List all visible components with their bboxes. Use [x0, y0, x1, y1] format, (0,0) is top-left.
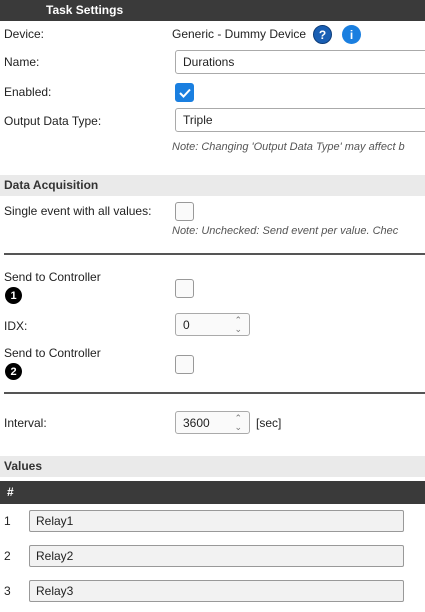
- device-label: Device:: [4, 27, 45, 41]
- single-event-note: Note: Unchecked: Send event per value. C…: [172, 225, 399, 237]
- value-name-input[interactable]: Relay2: [29, 545, 404, 567]
- data-acquisition-title: Data Acquisition: [4, 178, 99, 192]
- output-data-type-select[interactable]: Triple: [175, 108, 425, 132]
- controller-2-marker-icon: 2: [5, 363, 22, 380]
- send-to-controller-1-checkbox[interactable]: [175, 279, 194, 298]
- checkmark-icon: [178, 88, 191, 98]
- send-to-controller-2-checkbox[interactable]: [175, 355, 194, 374]
- value-name-text: Relay2: [36, 549, 74, 563]
- question-circle-icon[interactable]: ?: [313, 25, 332, 44]
- interval-input[interactable]: 3600 ⌃ ⌄: [175, 411, 250, 434]
- column-header-number: #: [7, 485, 14, 499]
- idx-input[interactable]: 0 ⌃ ⌄: [175, 313, 250, 336]
- device-value: Generic - Dummy Device: [172, 27, 307, 41]
- spinner-icon[interactable]: ⌃ ⌄: [234, 315, 242, 334]
- name-input[interactable]: Durations: [175, 50, 425, 74]
- idx-input-value: 0: [183, 317, 190, 332]
- spinner-icon[interactable]: ⌃ ⌄: [234, 413, 242, 432]
- interval-unit: [sec]: [256, 416, 282, 430]
- send-to-controller-2-label: Send to Controller: [4, 346, 101, 360]
- table-row-number: 1: [4, 514, 11, 528]
- values-title: Values: [4, 459, 43, 473]
- name-label: Name:: [4, 55, 40, 69]
- output-data-type-note: Note: Changing 'Output Data Type' may af…: [172, 141, 405, 153]
- data-acquisition-header: Data Acquisition: [0, 175, 425, 196]
- output-data-type-value: Triple: [183, 113, 213, 127]
- section-divider: [4, 392, 425, 394]
- table-row-number: 2: [4, 549, 11, 563]
- single-event-label: Single event with all values:: [4, 204, 152, 218]
- interval-label: Interval:: [4, 416, 47, 430]
- controller-2-marker-text: 2: [10, 365, 17, 378]
- controller-1-marker-text: 1: [10, 289, 17, 302]
- values-header: Values: [0, 456, 425, 477]
- section-divider: [4, 253, 425, 255]
- value-name-text: Relay1: [36, 514, 74, 528]
- idx-label: IDX:: [4, 319, 28, 333]
- task-settings-header: Task Settings: [0, 0, 425, 21]
- output-data-type-label: Output Data Type:: [4, 114, 102, 128]
- value-name-input[interactable]: Relay1: [29, 510, 404, 532]
- values-table-header: #: [0, 481, 425, 504]
- send-to-controller-1-label: Send to Controller: [4, 270, 101, 284]
- single-event-checkbox[interactable]: [175, 202, 194, 221]
- interval-input-value: 3600: [183, 415, 210, 430]
- name-input-value: Durations: [183, 55, 235, 69]
- controller-1-marker-icon: 1: [5, 287, 22, 304]
- enabled-label: Enabled:: [4, 85, 52, 99]
- enabled-checkbox[interactable]: [175, 83, 194, 102]
- table-row-number: 3: [4, 584, 11, 598]
- value-name-input[interactable]: Relay3: [29, 580, 404, 602]
- task-settings-title: Task Settings: [46, 3, 124, 17]
- value-name-text: Relay3: [36, 584, 74, 598]
- info-circle-icon[interactable]: i: [342, 25, 361, 44]
